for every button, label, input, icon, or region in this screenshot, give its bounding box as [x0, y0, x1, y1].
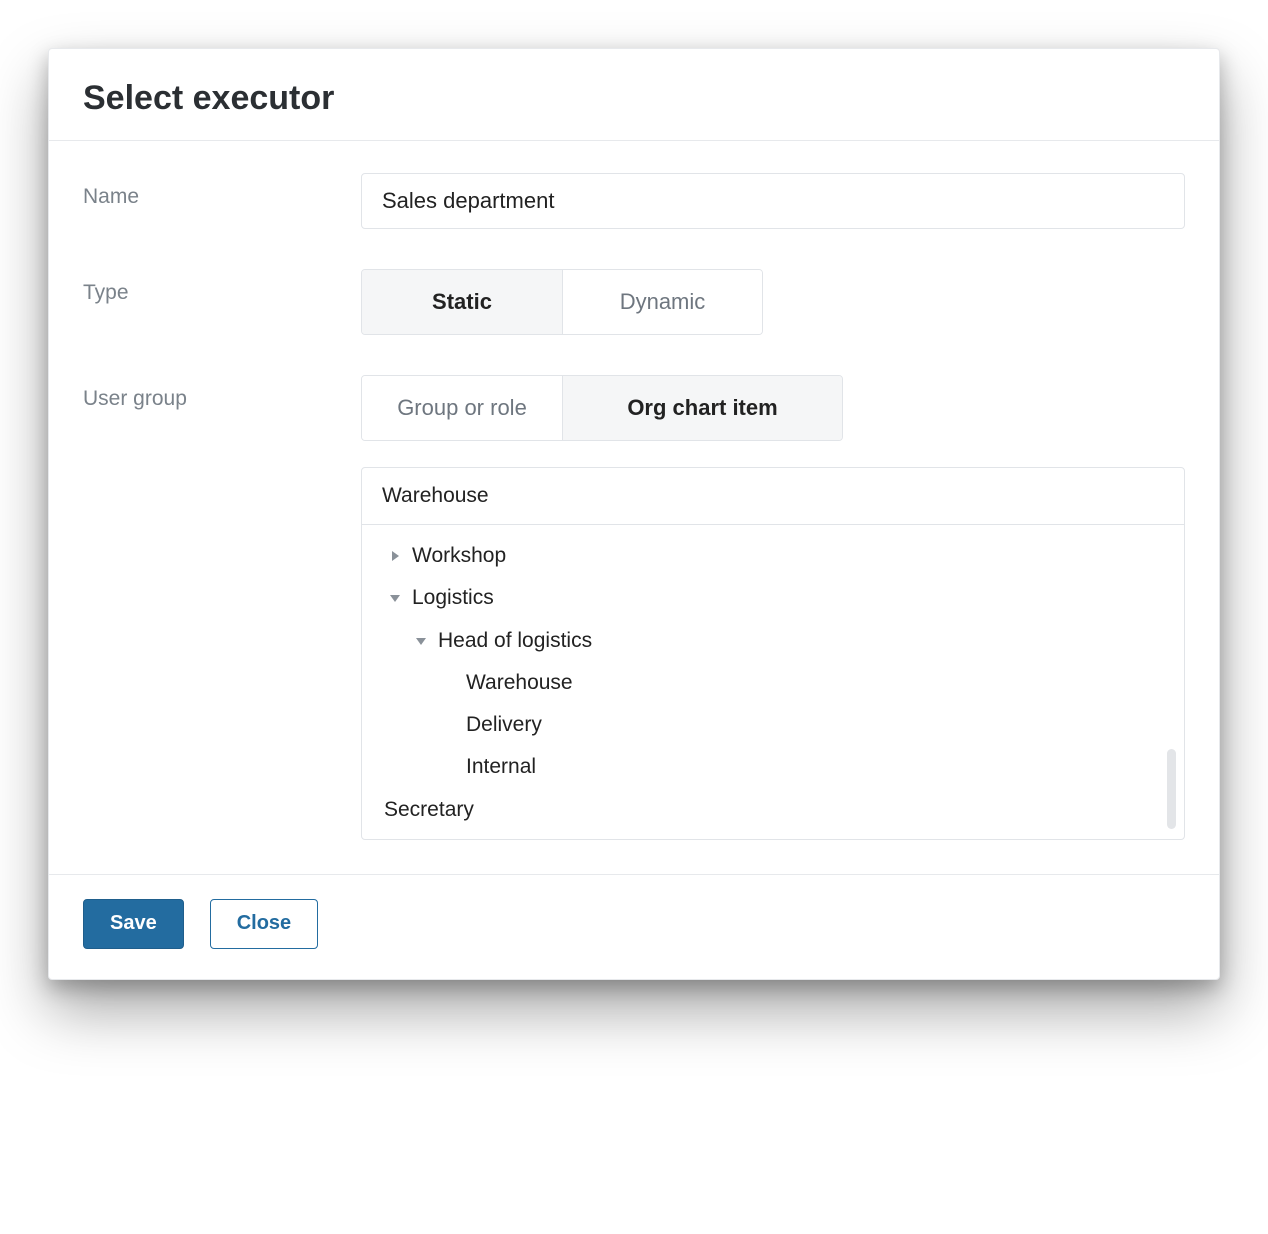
org-chart-tree: Warehouse Workshop — [361, 467, 1185, 840]
caret-down-icon[interactable] — [410, 635, 432, 647]
user-group-option-org-chart-item[interactable]: Org chart item — [562, 376, 842, 440]
row-name: Name — [83, 173, 1185, 229]
user-group-option-group-or-role[interactable]: Group or role — [362, 376, 562, 440]
tree-breadcrumb[interactable]: Warehouse — [362, 468, 1184, 525]
tree-item-internal[interactable]: Internal — [376, 746, 1170, 788]
tree-item-label: Workshop — [412, 543, 506, 569]
tree-item-label: Delivery — [466, 712, 542, 738]
row-user-group: User group Group or role Org chart item … — [83, 375, 1185, 840]
save-button[interactable]: Save — [83, 899, 184, 949]
type-option-dynamic[interactable]: Dynamic — [562, 270, 762, 334]
caret-right-icon[interactable] — [384, 550, 406, 562]
type-toggle: Static Dynamic — [361, 269, 763, 335]
scrollbar-thumb[interactable] — [1167, 749, 1176, 829]
close-button[interactable]: Close — [210, 899, 318, 949]
dialog-footer: Save Close — [49, 874, 1219, 979]
tree-item-delivery[interactable]: Delivery — [376, 704, 1170, 746]
caret-down-icon[interactable] — [384, 592, 406, 604]
dialog-header: Select executor — [49, 49, 1219, 141]
dialog-body: Name Type Static Dynamic User group — [49, 141, 1219, 874]
tree-item-logistics[interactable]: Logistics — [376, 577, 1170, 619]
user-group-toggle: Group or role Org chart item — [361, 375, 843, 441]
tree-item-label: Internal — [466, 754, 536, 780]
tree-item-label: Warehouse — [466, 670, 573, 696]
tree-item-label: Head of logistics — [438, 628, 592, 654]
tree-item-secretary[interactable]: Secretary — [376, 789, 1170, 831]
row-type: Type Static Dynamic — [83, 269, 1185, 335]
tree-item-head-of-logistics[interactable]: Head of logistics — [376, 620, 1170, 662]
type-option-static[interactable]: Static — [362, 270, 562, 334]
label-user-group: User group — [83, 375, 361, 411]
dialog-title: Select executor — [83, 79, 1185, 118]
label-name: Name — [83, 173, 361, 209]
label-type: Type — [83, 269, 361, 305]
tree-item-warehouse[interactable]: Warehouse — [376, 662, 1170, 704]
tree-body: Workshop Logistics — [362, 525, 1184, 839]
name-input[interactable] — [361, 173, 1185, 229]
select-executor-dialog: Select executor Name Type Static Dynamic — [48, 48, 1220, 980]
tree-item-label: Secretary — [384, 797, 474, 823]
tree-item-workshop[interactable]: Workshop — [376, 535, 1170, 577]
tree-item-label: Logistics — [412, 585, 494, 611]
